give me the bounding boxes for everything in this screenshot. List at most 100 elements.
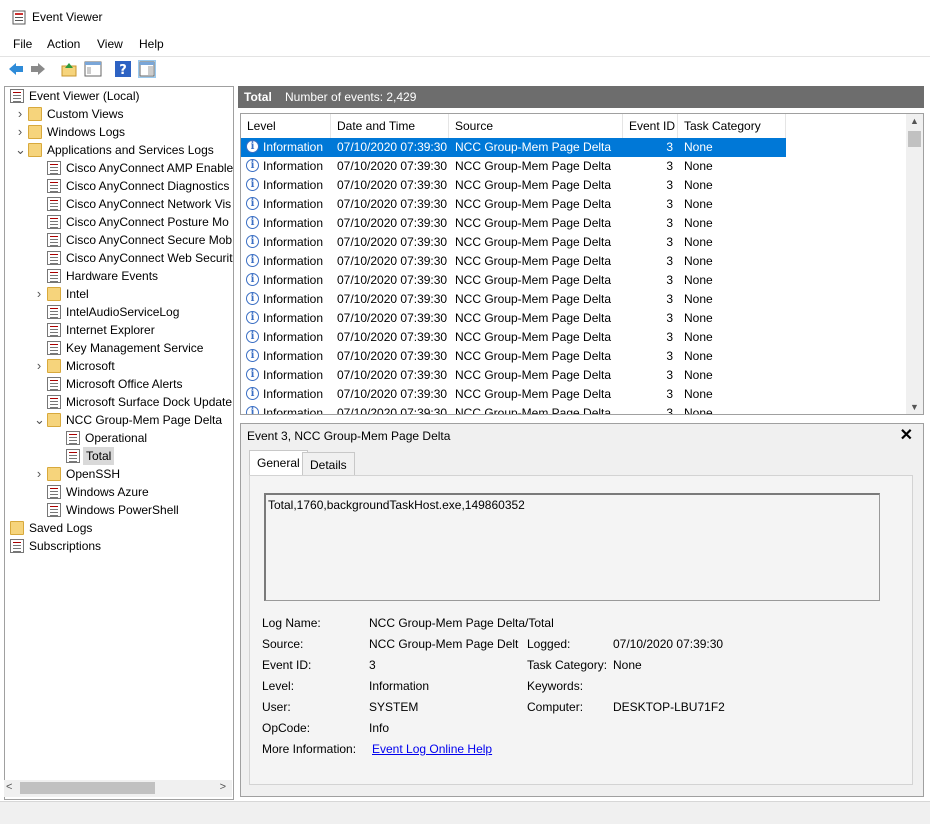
log-icon xyxy=(47,485,61,499)
collapse-chevron-icon[interactable]: ⌄ xyxy=(34,411,45,429)
table-row[interactable]: i Information 07/10/2020 07:39:30 NCC Group… xyxy=(241,233,786,252)
date-cell: 07/10/2020 07:39:30 xyxy=(337,368,448,382)
scroll-up-icon[interactable]: ▲ xyxy=(910,116,919,126)
tree-item-custom-views[interactable]: › Custom Views xyxy=(5,105,233,123)
menu-file[interactable]: File xyxy=(13,37,32,51)
expand-chevron-icon[interactable]: › xyxy=(34,465,44,483)
task-category-cell: None xyxy=(684,254,713,268)
table-row[interactable]: i Information 07/10/2020 07:39:30 NCC Group… xyxy=(241,309,786,328)
table-row[interactable]: i Information 07/10/2020 07:39:30 NCC Group… xyxy=(241,138,786,157)
table-row[interactable]: i Information 07/10/2020 07:39:30 NCC Group… xyxy=(241,366,786,385)
expand-chevron-icon[interactable]: › xyxy=(34,285,44,303)
column-header-task-category[interactable]: Task Category xyxy=(678,114,786,138)
expand-chevron-icon[interactable]: › xyxy=(34,357,44,375)
forward-arrow-icon[interactable] xyxy=(29,60,47,78)
task-category-cell: None xyxy=(684,216,713,230)
menu-action[interactable]: Action xyxy=(47,37,80,51)
tree-item-hardware-events[interactable]: Hardware Events xyxy=(5,267,233,285)
column-header-date[interactable]: Date and Time xyxy=(331,114,449,138)
tree-item-cisco-anyconnect-web-securit[interactable]: Cisco AnyConnect Web Securit xyxy=(5,249,233,267)
tab-general[interactable]: General xyxy=(249,450,308,476)
tree-item-key-management-service[interactable]: Key Management Service xyxy=(5,339,233,357)
log-name-value: NCC Group-Mem Page Delta/Total xyxy=(369,616,554,630)
table-row[interactable]: i Information 07/10/2020 07:39:30 NCC Group… xyxy=(241,195,786,214)
table-row[interactable]: i Information 07/10/2020 07:39:30 NCC Group… xyxy=(241,385,786,404)
back-arrow-icon[interactable] xyxy=(7,60,25,78)
console-tree-icon[interactable] xyxy=(84,60,102,78)
column-header-source[interactable]: Source xyxy=(449,114,623,138)
scroll-left-icon[interactable]: < xyxy=(6,781,12,793)
event-id-label: Event ID: xyxy=(262,658,312,672)
table-row[interactable]: i Information 07/10/2020 07:39:30 NCC Group… xyxy=(241,214,786,233)
up-folder-icon[interactable] xyxy=(60,60,78,78)
tree-item-applications-and-services-logs[interactable]: ⌄ Applications and Services Logs xyxy=(5,141,233,159)
table-row[interactable]: i Information 07/10/2020 07:39:30 NCC Group… xyxy=(241,328,786,347)
tree-item-intel[interactable]: › Intel xyxy=(5,285,233,303)
level-cell: Information xyxy=(263,254,324,268)
date-cell: 07/10/2020 07:39:30 xyxy=(337,311,448,325)
table-row[interactable]: i Information 07/10/2020 07:39:30 NCC Group… xyxy=(241,347,786,366)
level-cell: Information xyxy=(263,140,324,154)
table-row[interactable]: i Information 07/10/2020 07:39:30 NCC Group… xyxy=(241,271,786,290)
action-pane-icon[interactable] xyxy=(138,60,156,78)
tree-item-intelaudioservicelog[interactable]: IntelAudioServiceLog xyxy=(5,303,233,321)
help-icon[interactable]: ? xyxy=(114,60,132,78)
tree-item-label: Microsoft Surface Dock Update xyxy=(66,395,233,409)
tree-horizontal-scrollbar[interactable]: < > xyxy=(4,780,232,797)
log-icon xyxy=(66,431,80,445)
tab-details[interactable]: Details xyxy=(302,452,355,476)
log-icon xyxy=(47,269,61,283)
table-row[interactable]: i Information 07/10/2020 07:39:30 NCC Group… xyxy=(241,252,786,271)
expand-chevron-icon[interactable]: › xyxy=(15,123,25,141)
tree-item-microsoft-surface-dock-update[interactable]: Microsoft Surface Dock Update xyxy=(5,393,233,411)
information-icon: i xyxy=(246,368,259,381)
event-id-cell: 3 xyxy=(666,273,673,287)
scroll-down-icon[interactable]: ▼ xyxy=(910,402,919,412)
scroll-thumb[interactable] xyxy=(20,782,155,794)
tree-item-openssh[interactable]: › OpenSSH xyxy=(5,465,233,483)
source-cell: NCC Group-Mem Page Delta xyxy=(455,216,612,230)
event-log-online-help-link[interactable]: Event Log Online Help xyxy=(372,742,492,756)
task-category-cell: None xyxy=(684,197,713,211)
menu-view[interactable]: View xyxy=(97,37,123,51)
scroll-right-icon[interactable]: > xyxy=(220,781,226,793)
tree-item-subscriptions[interactable]: Subscriptions xyxy=(5,537,233,555)
tree-item-cisco-anyconnect-diagnostics[interactable]: Cisco AnyConnect Diagnostics xyxy=(5,177,233,195)
tree-item-windows-logs[interactable]: › Windows Logs xyxy=(5,123,233,141)
folder-icon xyxy=(10,521,24,535)
table-row[interactable]: i Information 07/10/2020 07:39:30 NCC Group… xyxy=(241,157,786,176)
tree-item-cisco-anyconnect-amp-enable[interactable]: Cisco AnyConnect AMP Enable xyxy=(5,159,233,177)
tree-item-cisco-anyconnect-secure-mob[interactable]: Cisco AnyConnect Secure Mob xyxy=(5,231,233,249)
tree-item-label: Cisco AnyConnect Diagnostics xyxy=(66,179,230,193)
tree-item-label: Cisco AnyConnect Secure Mob xyxy=(66,233,233,247)
collapse-chevron-icon[interactable]: ⌄ xyxy=(15,141,26,159)
scroll-thumb[interactable] xyxy=(908,131,921,147)
event-description[interactable]: Total,1760,backgroundTaskHost.exe,149860… xyxy=(264,493,880,601)
event-id-cell: 3 xyxy=(666,197,673,211)
tree-item-cisco-anyconnect-posture-mo[interactable]: Cisco AnyConnect Posture Mo xyxy=(5,213,233,231)
tree-item-event-viewer-local[interactable]: Event Viewer (Local) xyxy=(5,87,233,105)
table-row[interactable]: i Information 07/10/2020 07:39:30 NCC Group… xyxy=(241,290,786,309)
close-icon[interactable]: ✕ xyxy=(900,425,913,445)
source-cell: NCC Group-Mem Page Delta xyxy=(455,159,612,173)
grid-vertical-scrollbar[interactable]: ▲ ▼ xyxy=(906,114,923,414)
expand-chevron-icon[interactable]: › xyxy=(15,105,25,123)
column-header-event-id[interactable]: Event ID xyxy=(623,114,678,138)
level-cell: Information xyxy=(263,387,324,401)
tree-item-ncc-group-mem-page-delta[interactable]: ⌄ NCC Group-Mem Page Delta xyxy=(5,411,233,429)
tree-item-windows-powershell[interactable]: Windows PowerShell xyxy=(5,501,233,519)
tree-item-internet-explorer[interactable]: Internet Explorer xyxy=(5,321,233,339)
menu-help[interactable]: Help xyxy=(139,37,164,51)
tree-item-microsoft[interactable]: › Microsoft xyxy=(5,357,233,375)
table-row[interactable]: i Information 07/10/2020 07:39:30 NCC Group… xyxy=(241,176,786,195)
tree-item-windows-azure[interactable]: Windows Azure xyxy=(5,483,233,501)
tree-item-total[interactable]: Total xyxy=(5,447,233,465)
tree-item-saved-logs[interactable]: ›Saved Logs xyxy=(5,519,233,537)
tree-item-operational[interactable]: Operational xyxy=(5,429,233,447)
user-label: User: xyxy=(262,700,291,714)
column-header-level[interactable]: Level xyxy=(241,114,331,138)
tree-item-microsoft-office-alerts[interactable]: Microsoft Office Alerts xyxy=(5,375,233,393)
log-icon xyxy=(47,503,61,517)
table-row[interactable]: i Information 07/10/2020 07:39:30 NCC Group… xyxy=(241,404,786,414)
tree-item-cisco-anyconnect-network-vis[interactable]: Cisco AnyConnect Network Vis xyxy=(5,195,233,213)
